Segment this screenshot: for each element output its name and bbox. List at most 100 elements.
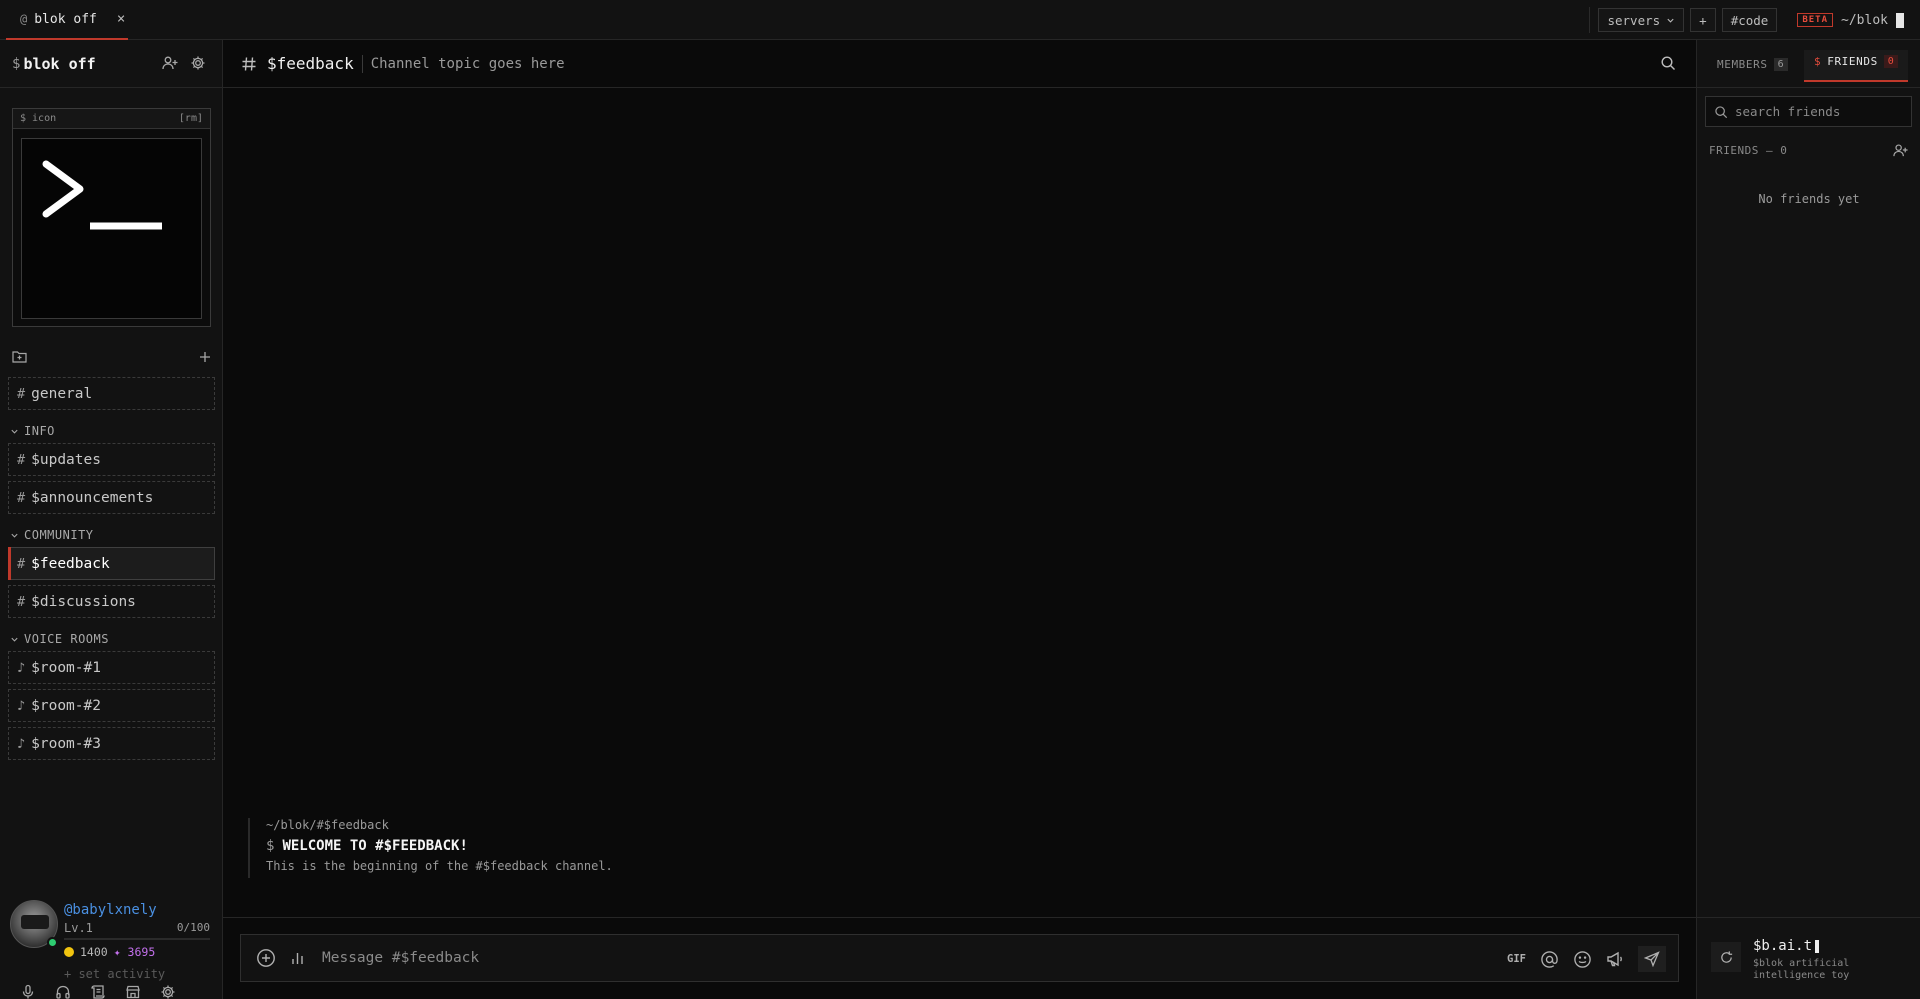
top-bar-actions: servers + #code BETA ~/blok — [1589, 7, 1904, 33]
welcome-description: This is the beginning of the #$feedback … — [266, 859, 613, 873]
coin-count: 1400 — [80, 945, 108, 959]
music-note-icon: ♪ — [17, 697, 26, 714]
username[interactable]: @babylxnely — [64, 902, 157, 918]
category-community[interactable]: COMMUNITY — [10, 528, 94, 542]
beta-badge: BETA — [1797, 13, 1834, 27]
friends-panel: MEMBERS 6 $ FRIENDS 0 FRIENDS — 0 No fri… — [1696, 40, 1920, 999]
voice-room-3[interactable]: ♪ $room-#3 — [8, 727, 215, 760]
scroll-icon[interactable] — [90, 984, 106, 999]
tab-members[interactable]: MEMBERS 6 — [1717, 54, 1789, 74]
at-icon: @ — [20, 12, 28, 26]
server-prefix: $ — [12, 55, 21, 72]
tab-blok-off[interactable]: @ blok off × — [6, 0, 128, 40]
welcome-title-text: WELCOME TO #$FEEDBACK! — [282, 838, 468, 854]
welcome-path: ~/blok/#$feedback — [266, 818, 389, 832]
channel-feedback[interactable]: # $feedback — [8, 547, 215, 580]
server-icon-image[interactable] — [21, 138, 202, 319]
cursor-block — [1815, 939, 1820, 953]
mention-icon[interactable] — [1540, 950, 1559, 969]
friends-prefix: $ — [1814, 54, 1822, 68]
composer-area: GIF — [223, 917, 1696, 999]
code-button[interactable]: #code — [1721, 8, 1778, 32]
music-note-icon: ♪ — [17, 659, 26, 676]
voice-room-1[interactable]: ♪ $room-#1 — [8, 651, 215, 684]
add-server-button[interactable]: + — [1690, 8, 1716, 32]
category-voice-rooms[interactable]: VOICE ROOMS — [10, 632, 109, 646]
set-activity-button[interactable]: + set activity — [64, 967, 165, 981]
channel-label: general — [31, 385, 93, 402]
search-icon[interactable] — [1660, 55, 1676, 71]
send-button[interactable] — [1638, 946, 1666, 972]
add-friend-icon[interactable] — [1893, 143, 1908, 158]
server-icon-box: $ icon [rm] — [12, 108, 211, 327]
megaphone-icon[interactable] — [1606, 950, 1624, 968]
hash-icon — [242, 56, 256, 71]
cursor-block — [1896, 12, 1904, 28]
hash-icon: # — [17, 385, 26, 402]
icon-box-label: $ icon — [20, 113, 57, 124]
gear-icon[interactable] — [190, 55, 206, 71]
category-label: COMMUNITY — [24, 528, 94, 542]
microphone-icon[interactable] — [20, 984, 36, 999]
add-attachment-icon[interactable] — [256, 948, 276, 968]
channel-label: $room-#2 — [31, 697, 101, 714]
audio-levels-icon[interactable] — [290, 949, 308, 967]
ai-assistant-card: $b.ai.t $blok artificial intelligence to… — [1697, 917, 1920, 999]
path-label: ~/blok — [1841, 12, 1888, 28]
headphones-icon[interactable] — [55, 984, 71, 999]
channel-header: $feedback Channel topic goes here — [223, 40, 1696, 88]
category-label: INFO — [24, 424, 55, 438]
ai-assistant-description: $blok artificial intelligence toy — [1753, 958, 1850, 981]
message-composer: GIF — [240, 934, 1679, 982]
chevron-down-icon — [1667, 18, 1674, 23]
friend-search-input[interactable] — [1735, 104, 1905, 119]
user-settings-gear-icon[interactable] — [160, 984, 176, 999]
prompt-symbol: $ — [266, 838, 275, 854]
channel-discussions[interactable]: # $discussions — [8, 585, 215, 618]
refresh-button[interactable] — [1711, 942, 1741, 972]
server-sidebar: $ blok off $ icon [rm] # general INFO # … — [0, 40, 223, 999]
add-user-icon[interactable] — [162, 55, 178, 71]
close-icon[interactable]: × — [117, 11, 125, 27]
divider — [1589, 7, 1591, 33]
channel-updates[interactable]: # $updates — [8, 443, 215, 476]
channel-general[interactable]: # general — [8, 377, 215, 410]
server-name[interactable]: blok off — [23, 55, 95, 73]
folder-icon[interactable] — [12, 350, 27, 363]
user-xp: 0/100 — [176, 921, 210, 934]
panel-tabs: MEMBERS 6 $ FRIENDS 0 — [1697, 40, 1920, 88]
message-input[interactable] — [322, 950, 1322, 966]
category-info[interactable]: INFO — [10, 424, 55, 438]
emoji-icon[interactable] — [1573, 950, 1592, 969]
remove-icon-button[interactable]: [rm] — [179, 113, 203, 124]
user-level: Lv.1 — [64, 921, 93, 935]
add-channel-icon[interactable] — [199, 351, 211, 363]
category-label: VOICE ROOMS — [24, 632, 109, 646]
channel-announcements[interactable]: # $announcements — [8, 481, 215, 514]
tab-label: blok off — [34, 11, 97, 27]
refresh-icon — [1720, 950, 1732, 963]
friends-count-badge: 0 — [1883, 54, 1899, 68]
search-icon — [1715, 105, 1728, 118]
shop-icon[interactable] — [125, 984, 141, 999]
channel-view: $feedback Channel topic goes here ~/blok… — [223, 40, 1696, 999]
ai-assistant-name[interactable]: $b.ai.t — [1753, 938, 1820, 954]
friend-search-box — [1705, 96, 1912, 127]
terminal-prompt-icon — [42, 160, 162, 230]
composer-tools: GIF — [1507, 946, 1666, 972]
servers-label: servers — [1607, 12, 1661, 28]
channel-label: $updates — [31, 451, 101, 468]
music-note-icon: ♪ — [17, 735, 26, 752]
channel-label: $announcements — [31, 489, 154, 506]
channel-topic[interactable]: Channel topic goes here — [371, 56, 565, 72]
gif-button[interactable]: GIF — [1507, 953, 1526, 965]
voice-room-2[interactable]: ♪ $room-#2 — [8, 689, 215, 722]
user-controls — [20, 984, 176, 999]
tab-friends[interactable]: $ FRIENDS 0 — [1804, 50, 1909, 82]
members-count-badge: 6 — [1773, 57, 1789, 71]
gem-count: ✦ 3695 — [113, 945, 156, 959]
servers-button[interactable]: servers — [1598, 8, 1685, 32]
top-bar: @ blok off × servers + #code BETA ~/blok — [0, 0, 1920, 40]
tab-label: FRIENDS — [1827, 54, 1878, 68]
tab-label: MEMBERS — [1717, 57, 1768, 71]
